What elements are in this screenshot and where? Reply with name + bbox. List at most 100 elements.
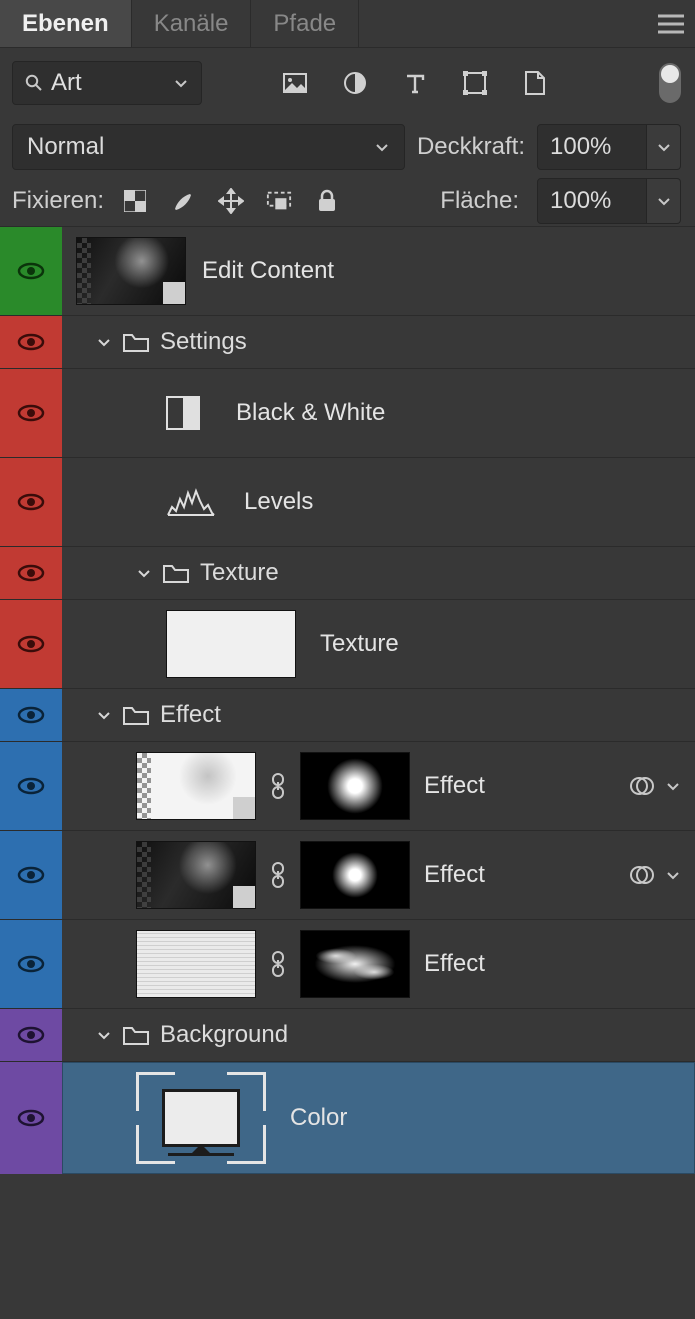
blend-mode-select[interactable]: Normal (12, 124, 405, 170)
layer-effect-1[interactable]: Effect (0, 741, 695, 830)
eye-icon (17, 1108, 45, 1128)
layer-thumbnail[interactable] (76, 237, 186, 305)
folder-icon (122, 704, 150, 726)
group-name: Effect (160, 701, 221, 729)
tab-paths-label: Pfade (273, 10, 336, 38)
filter-smartobject-icon[interactable] (522, 70, 548, 96)
blend-options-icon[interactable] (629, 773, 655, 799)
layer-texture[interactable]: Texture (0, 599, 695, 688)
opacity-field[interactable]: 100% (537, 124, 681, 170)
disclosure-icon[interactable] (96, 1027, 112, 1043)
visibility-toggle[interactable] (0, 316, 62, 368)
disclosure-icon[interactable] (136, 565, 152, 581)
opacity-label: Deckkraft: (417, 133, 525, 161)
lock-fill-row: Fixieren: Fläche: 100% (0, 176, 695, 226)
eye-icon (17, 776, 45, 796)
layer-thumbnail[interactable] (166, 610, 296, 678)
layer-effect-3[interactable]: Effect (0, 919, 695, 1008)
tab-layers-label: Ebenen (22, 10, 109, 38)
lock-transparency-icon[interactable] (122, 188, 148, 214)
filter-row: Art (0, 48, 695, 118)
layer-name: Color (290, 1104, 347, 1132)
eye-icon (17, 403, 45, 423)
chevron-down-icon (374, 139, 390, 155)
eye-icon (17, 332, 45, 352)
eye-icon (17, 261, 45, 281)
lock-all-icon[interactable] (314, 188, 340, 214)
layer-thumbnail[interactable] (136, 930, 256, 998)
visibility-toggle[interactable] (0, 458, 62, 546)
solid-color-fill-icon[interactable] (136, 1072, 266, 1164)
layer-effect-2[interactable]: Effect (0, 830, 695, 919)
visibility-toggle[interactable] (0, 369, 62, 457)
mask-thumbnail[interactable] (300, 752, 410, 820)
filter-type-icon[interactable] (402, 70, 428, 96)
group-effect[interactable]: Effect (0, 688, 695, 741)
opacity-value: 100% (550, 133, 611, 161)
mask-thumbnail[interactable] (300, 930, 410, 998)
blend-options-icon[interactable] (629, 862, 655, 888)
eye-icon (17, 492, 45, 512)
chevron-down-icon[interactable] (665, 778, 681, 794)
lock-position-icon[interactable] (218, 188, 244, 214)
visibility-toggle[interactable] (0, 227, 62, 315)
layer-name: Effect (424, 861, 485, 889)
fill-chevron[interactable] (647, 178, 681, 224)
layer-name: Levels (244, 488, 313, 516)
filter-shape-icon[interactable] (462, 70, 488, 96)
eye-icon (17, 705, 45, 725)
layer-thumbnail[interactable] (136, 841, 256, 909)
layers-list: Edit Content Settings Black & White (0, 226, 695, 1174)
lock-artboard-icon[interactable] (266, 188, 292, 214)
group-background[interactable]: Background (0, 1008, 695, 1061)
group-texture[interactable]: Texture (0, 546, 695, 599)
tab-paths[interactable]: Pfade (251, 0, 359, 47)
visibility-toggle[interactable] (0, 742, 62, 830)
visibility-toggle[interactable] (0, 600, 62, 688)
blend-opacity-row: Normal Deckkraft: 100% (0, 118, 695, 176)
group-settings[interactable]: Settings (0, 315, 695, 368)
chevron-down-icon (173, 75, 189, 91)
layer-edit-content[interactable]: Edit Content (0, 226, 695, 315)
layer-name: Effect (424, 950, 485, 978)
group-name: Background (160, 1021, 288, 1049)
chevron-down-icon[interactable] (665, 867, 681, 883)
lock-pixels-icon[interactable] (170, 188, 196, 214)
disclosure-icon[interactable] (96, 707, 112, 723)
layer-kind-filter[interactable]: Art (12, 61, 202, 105)
levels-adjustment-icon (166, 487, 216, 517)
layer-levels[interactable]: Levels (0, 457, 695, 546)
eye-icon (17, 563, 45, 583)
eye-icon (17, 954, 45, 974)
link-icon[interactable] (270, 861, 286, 889)
filter-toggle[interactable] (659, 63, 681, 103)
visibility-toggle[interactable] (0, 831, 62, 919)
visibility-toggle[interactable] (0, 1009, 62, 1061)
visibility-toggle[interactable] (0, 1062, 62, 1174)
visibility-toggle[interactable] (0, 689, 62, 741)
visibility-toggle[interactable] (0, 547, 62, 599)
filter-pixel-icon[interactable] (282, 70, 308, 96)
link-icon[interactable] (270, 950, 286, 978)
link-icon[interactable] (270, 772, 286, 800)
mask-thumbnail[interactable] (300, 841, 410, 909)
visibility-toggle[interactable] (0, 920, 62, 1008)
layer-name: Effect (424, 772, 485, 800)
layer-name: Texture (320, 630, 399, 658)
panel-tabs: Ebenen Kanäle Pfade (0, 0, 695, 48)
disclosure-icon[interactable] (96, 334, 112, 350)
opacity-chevron[interactable] (647, 124, 681, 170)
panel-menu-icon[interactable] (647, 0, 695, 47)
layer-color[interactable]: Color (0, 1061, 695, 1174)
search-icon (25, 74, 43, 92)
tab-layers[interactable]: Ebenen (0, 0, 132, 47)
fill-label: Fläche: (440, 187, 519, 215)
folder-icon (122, 1024, 150, 1046)
eye-icon (17, 1025, 45, 1045)
smartobject-badge-icon (233, 886, 255, 908)
filter-adjustment-icon[interactable] (342, 70, 368, 96)
layer-thumbnail[interactable] (136, 752, 256, 820)
fill-field[interactable]: 100% (537, 178, 681, 224)
layer-black-white[interactable]: Black & White (0, 368, 695, 457)
tab-channels[interactable]: Kanäle (132, 0, 252, 47)
